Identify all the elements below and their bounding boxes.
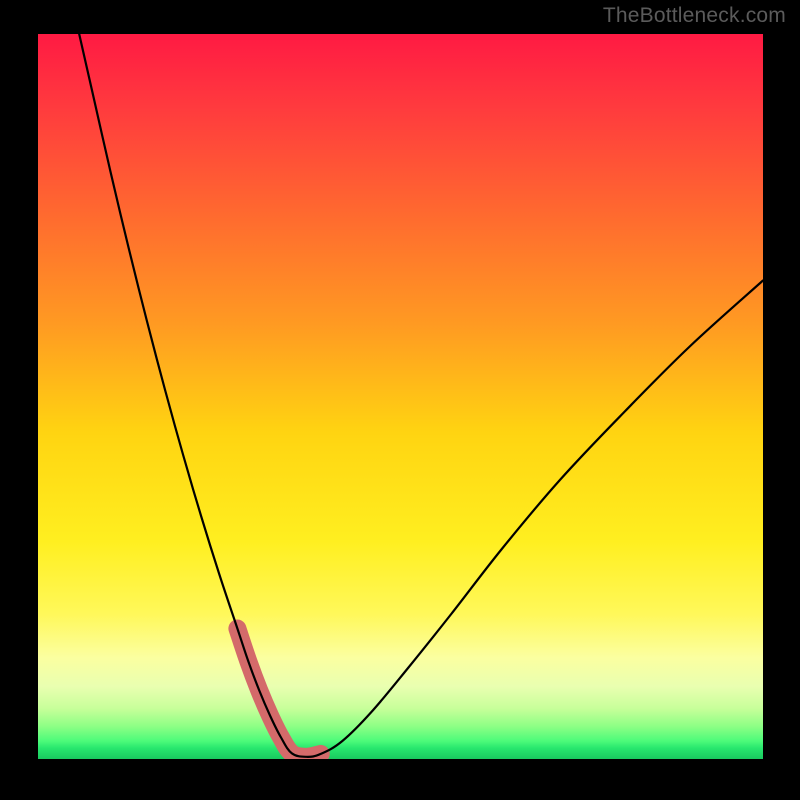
chart-frame: TheBottleneck.com [0,0,800,800]
watermark-text: TheBottleneck.com [603,4,786,28]
bottleneck-chart [0,0,800,800]
plot-background [38,34,763,759]
